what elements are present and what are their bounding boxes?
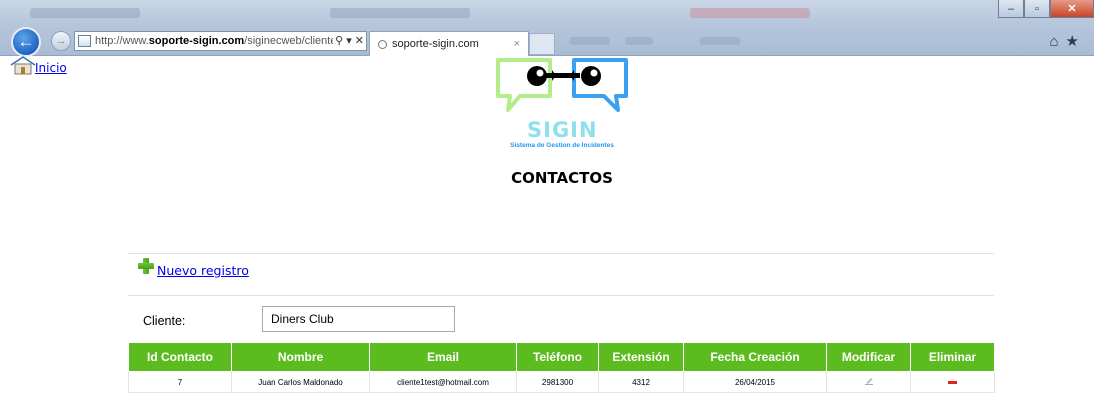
logo-wordmark: SIGIN: [527, 118, 598, 142]
window-controls: – ▫ ✕: [998, 0, 1094, 18]
cell-edit: [826, 371, 911, 393]
contacts-table: Id Contacto Nombre Email Teléfono Extens…: [128, 342, 995, 393]
titlebar-blur: [690, 8, 810, 18]
cell-email: cliente1test@hotmail.com: [369, 371, 517, 393]
forward-arrow-icon[interactable]: →: [51, 31, 71, 51]
col-header-name[interactable]: Nombre: [231, 342, 370, 372]
table-row: 7 Juan Carlos Maldonado cliente1test@hot…: [128, 371, 995, 393]
toolbar-right-icons[interactable]: ⌂★: [1049, 32, 1086, 50]
cell-name: Juan Carlos Maldonado: [231, 371, 370, 393]
loading-spinner-icon: [378, 39, 387, 49]
client-input[interactable]: [262, 306, 455, 332]
titlebar-blur: [30, 8, 140, 18]
new-record-action[interactable]: Nuevo registro: [138, 258, 249, 278]
delete-minus-icon[interactable]: [948, 380, 957, 384]
divider: [128, 295, 994, 296]
new-record-link[interactable]: Nuevo registro: [157, 263, 249, 278]
tab-close-icon[interactable]: ×: [514, 38, 520, 50]
cell-id: 7: [128, 371, 232, 393]
address-domain: soporte-sigin.com: [148, 35, 245, 47]
col-header-created[interactable]: Fecha Creación: [683, 342, 827, 372]
home-nav[interactable]: Inicio: [9, 55, 67, 75]
col-header-edit: Modificar: [826, 342, 911, 372]
client-label: Cliente:: [143, 314, 186, 328]
cell-delete: [910, 371, 995, 393]
blurred-tab: [625, 37, 653, 45]
edit-pencil-icon[interactable]: [864, 377, 873, 385]
col-header-email[interactable]: Email: [369, 342, 517, 372]
address-prefix: http://www.: [95, 35, 149, 47]
titlebar-blur: [330, 8, 470, 18]
back-arrow-icon[interactable]: ←: [11, 27, 41, 57]
divider: [128, 253, 994, 254]
address-tools-icons[interactable]: ⚲ ▾ ✕: [333, 34, 364, 47]
home-browser-icon[interactable]: ⌂: [1049, 33, 1065, 50]
address-bar[interactable]: http://www. soporte-sigin.com/siginecweb/…: [74, 31, 367, 51]
browser-tab[interactable]: soporte-sigin.com ×: [369, 31, 529, 56]
home-icon: [10, 56, 36, 75]
cell-created: 26/04/2015: [683, 371, 827, 393]
close-window-icon[interactable]: ✕: [1050, 0, 1094, 18]
table-header-row: Id Contacto Nombre Email Teléfono Extens…: [128, 342, 995, 372]
new-tab-button[interactable]: [529, 33, 555, 55]
logo-subtitle: Sistema de Gestion de Incidentes: [510, 142, 614, 149]
tab-title: soporte-sigin.com: [392, 38, 479, 50]
browser-chrome: – ▫ ✕ ← → http://www. soporte-sigin.com/s…: [0, 0, 1094, 57]
favorites-star-icon[interactable]: ★: [1066, 33, 1086, 50]
minimize-icon[interactable]: –: [998, 0, 1024, 18]
col-header-phone[interactable]: Teléfono: [516, 342, 599, 372]
col-header-extension[interactable]: Extensión: [598, 342, 684, 372]
blurred-tab: [570, 37, 610, 45]
home-link[interactable]: Inicio: [35, 61, 67, 75]
page-favicon-icon: [78, 35, 91, 47]
maximize-icon[interactable]: ▫: [1024, 0, 1050, 18]
col-header-id[interactable]: Id Contacto: [128, 342, 232, 372]
page-title: CONTACTOS: [511, 169, 613, 187]
col-header-delete: Eliminar: [910, 342, 995, 372]
blurred-tab: [700, 37, 740, 45]
plus-icon: [138, 258, 154, 274]
cell-extension: 4312: [598, 371, 684, 393]
cell-phone: 2981300: [516, 371, 599, 393]
